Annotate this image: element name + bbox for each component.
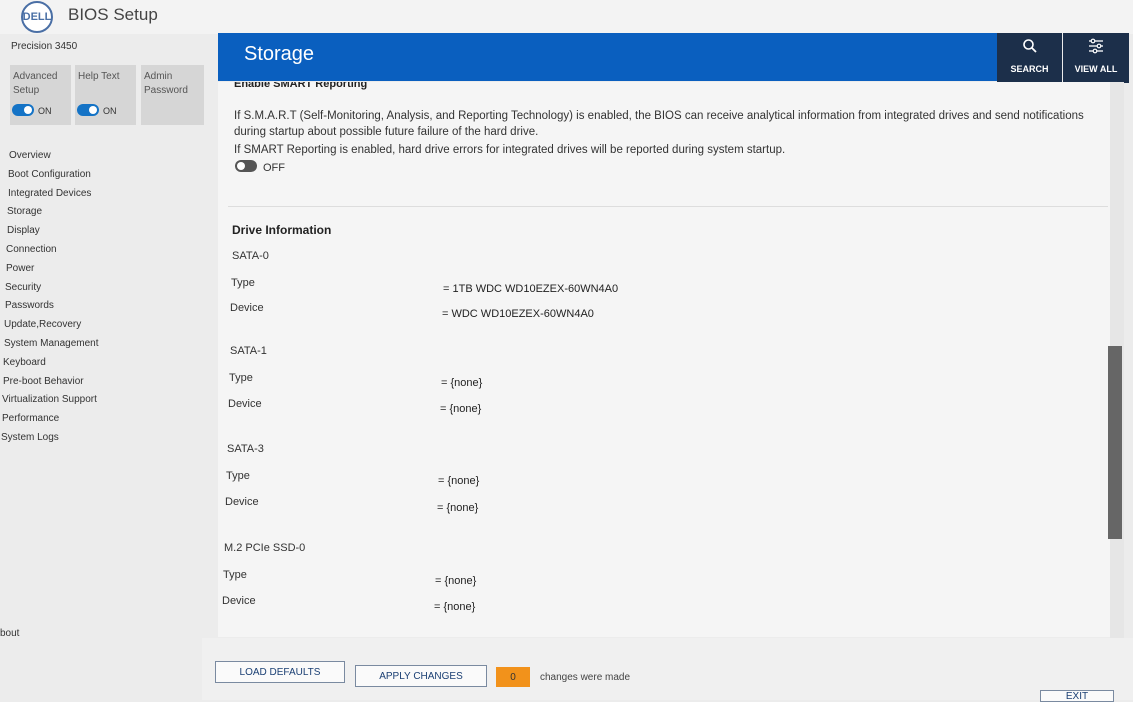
changes-count-badge: 0 xyxy=(496,667,530,687)
device-label: Device xyxy=(225,496,259,508)
drive-name: SATA-3 xyxy=(227,443,264,455)
sidebar-item-keyboard[interactable]: Keyboard xyxy=(0,357,200,376)
app-title: BIOS Setup xyxy=(68,5,158,24)
model-name: Precision 3450 xyxy=(11,41,78,52)
smart-heading: Enable SMART Reporting xyxy=(234,82,368,90)
toggle-state: ON xyxy=(103,106,117,116)
sidebar-item-security[interactable]: Security xyxy=(0,282,200,301)
drive-name: M.2 PCIe SSD-0 xyxy=(224,542,306,554)
filter-list-icon xyxy=(1089,38,1103,54)
type-label: Type xyxy=(226,470,250,482)
smart-toggle-state: OFF xyxy=(263,162,285,174)
smart-description: If S.M.A.R.T (Self-Monitoring, Analysis,… xyxy=(234,110,1084,138)
sidebar-item-passwords[interactable]: Passwords xyxy=(0,300,200,319)
sidebar-item-boot-configuration[interactable]: Boot Configuration xyxy=(0,169,200,188)
toggle-switch-on-icon[interactable] xyxy=(77,104,99,116)
search-icon xyxy=(1022,39,1037,53)
page-title: Storage xyxy=(244,43,315,65)
device-value: = WDC WD10EZEX-60WN4A0 xyxy=(442,308,594,320)
advanced-setup-toggle[interactable]: Advanced Setup ON xyxy=(10,65,71,125)
device-label: Device xyxy=(222,595,256,607)
type-value: = 1TB WDC WD10EZEX-60WN4A0 xyxy=(443,283,619,295)
sidebar-item-power[interactable]: Power xyxy=(0,263,200,282)
sidebar-item-storage[interactable]: Storage xyxy=(0,206,200,225)
changes-status-text: changes were made xyxy=(540,672,631,683)
help-text-label: Help Text xyxy=(78,71,120,82)
main-content: Enable SMART Reporting If S.M.A.R.T (Sel… xyxy=(218,82,1110,637)
drive-information-title: Drive Information xyxy=(232,223,332,237)
toggle-switch-on-icon[interactable] xyxy=(12,104,34,116)
device-label: Device xyxy=(230,302,264,314)
scrollbar-thumb[interactable] xyxy=(1108,346,1122,539)
sidebar-item-virtualization-support[interactable]: Virtualization Support xyxy=(0,394,200,413)
sidebar-item-connection[interactable]: Connection xyxy=(0,244,200,263)
smart-description-2: If SMART Reporting is enabled, hard driv… xyxy=(234,144,786,156)
device-value: = {none} xyxy=(434,601,476,613)
load-defaults-button[interactable]: LOAD DEFAULTS xyxy=(215,661,345,683)
view-all-label: VIEW ALL xyxy=(1074,64,1118,74)
type-value: = {none} xyxy=(441,377,483,389)
help-text-toggle[interactable]: Help Text ON xyxy=(75,65,136,125)
dell-logo: DELL xyxy=(21,1,53,33)
device-value: = {none} xyxy=(440,403,482,415)
sidebar-item-performance[interactable]: Performance xyxy=(0,413,200,432)
search-button[interactable]: SEARCH xyxy=(997,33,1062,83)
sidebar-item-preboot-behavior[interactable]: Pre-boot Behavior xyxy=(0,376,200,395)
drive-name: SATA-0 xyxy=(232,250,269,262)
divider xyxy=(228,206,1108,207)
type-label: Type xyxy=(223,569,247,581)
exit-button[interactable]: EXIT xyxy=(1040,690,1114,702)
drive-name: SATA-1 xyxy=(230,345,267,357)
advanced-setup-label: Advanced Setup xyxy=(13,71,58,96)
admin-password-tile[interactable]: Admin Password xyxy=(141,65,204,125)
sidebar-item-system-logs[interactable]: System Logs xyxy=(0,432,200,451)
type-value: = {none} xyxy=(438,475,480,487)
title-bar: DELL BIOS Setup xyxy=(0,0,1133,34)
search-label: SEARCH xyxy=(1010,64,1049,74)
sidebar-item-system-management[interactable]: System Management xyxy=(0,338,200,357)
sidebar-item-overview[interactable]: Overview xyxy=(0,150,200,169)
device-label: Device xyxy=(228,398,262,410)
admin-password-label: Admin Password xyxy=(144,71,188,96)
sidebar-item-display[interactable]: Display xyxy=(0,225,200,244)
type-label: Type xyxy=(229,372,253,384)
smart-toggle-switch[interactable] xyxy=(235,160,257,172)
page-header: Storage xyxy=(218,33,998,81)
type-value: = {none} xyxy=(435,575,477,587)
type-label: Type xyxy=(231,277,255,289)
sidebar-item-update-recovery[interactable]: Update,Recovery xyxy=(0,319,200,338)
sidebar-item-about[interactable]: bout xyxy=(0,628,19,639)
device-value: = {none} xyxy=(437,502,479,514)
sidebar-nav: Overview Boot Configuration Integrated D… xyxy=(0,150,200,451)
toggle-state: ON xyxy=(38,106,52,116)
sidebar-item-integrated-devices[interactable]: Integrated Devices xyxy=(0,188,200,207)
view-all-button[interactable]: VIEW ALL xyxy=(1063,33,1129,83)
apply-changes-button[interactable]: APPLY CHANGES xyxy=(355,665,487,687)
